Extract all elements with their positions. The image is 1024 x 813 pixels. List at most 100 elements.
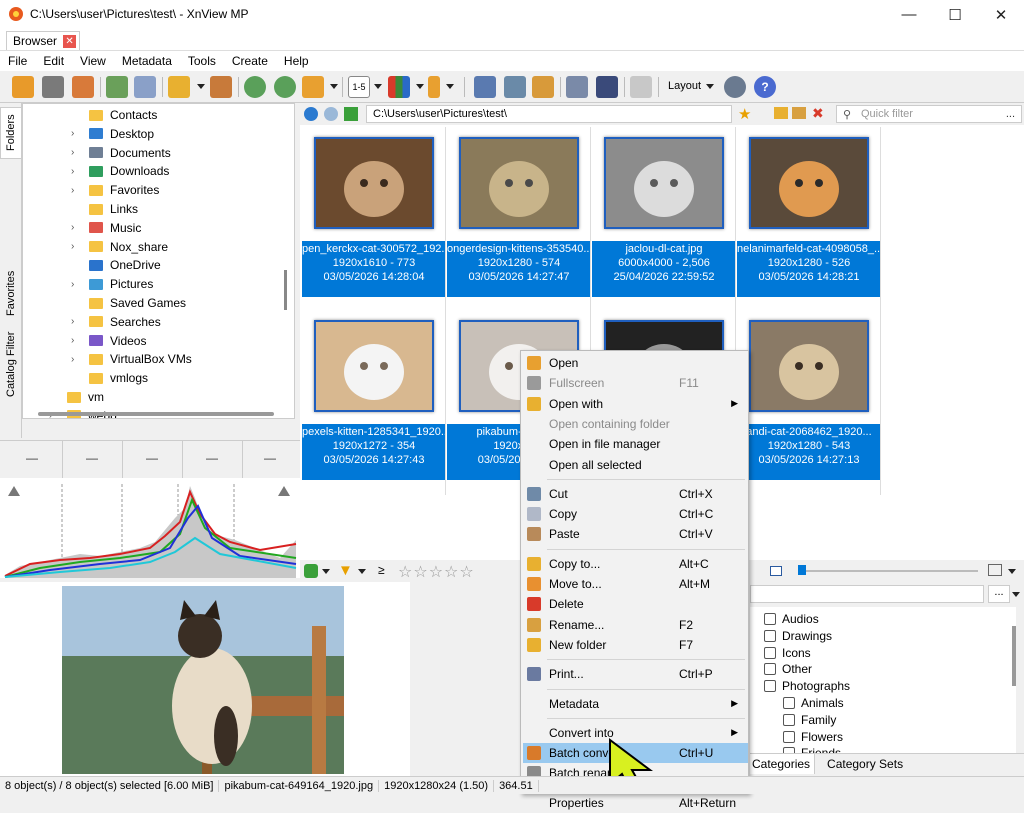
thumbnail-item[interactable]: pen_kerckx-cat-300572_192... 1920x1610 - …: [302, 127, 446, 312]
tree-item[interactable]: › Documents: [71, 144, 171, 162]
calendar-icon[interactable]: [988, 564, 1002, 576]
tree-item[interactable]: vmlogs: [71, 369, 148, 387]
category-item[interactable]: Other: [764, 661, 812, 677]
share-icon[interactable]: [302, 76, 324, 98]
category-checkbox[interactable]: [783, 697, 795, 709]
tree-item[interactable]: Links: [71, 200, 138, 218]
maximize-button[interactable]: ☐: [932, 0, 978, 29]
bookmark-icon[interactable]: [428, 76, 440, 98]
chevron-right-icon[interactable]: ›: [71, 147, 81, 158]
settings-gear-icon[interactable]: [724, 76, 746, 98]
thumbnail-item[interactable]: ongerdesign-kittens-353540... 1920x1280 -…: [447, 127, 591, 312]
chevron-right-icon[interactable]: ›: [71, 241, 81, 252]
tree-item[interactable]: Saved Games: [71, 294, 186, 312]
thumbnail-grid-icon[interactable]: [388, 76, 410, 98]
category-search-more[interactable]: ...: [988, 585, 1010, 603]
tab-browser[interactable]: Browser ✕: [6, 31, 81, 50]
category-item[interactable]: Flowers: [783, 729, 843, 745]
tree-item[interactable]: › Downloads: [71, 162, 169, 180]
category-checkbox[interactable]: [783, 730, 795, 743]
compare-icon[interactable]: [474, 76, 496, 98]
find-icon[interactable]: [504, 76, 526, 98]
context-menu-item[interactable]: Paste Ctrl+V: [523, 524, 748, 544]
chevron-right-icon[interactable]: ›: [71, 128, 81, 139]
context-menu-item[interactable]: Open all selected: [523, 455, 748, 475]
category-item[interactable]: Friends: [783, 745, 841, 753]
favorite-star-icon[interactable]: ★: [738, 105, 754, 123]
tree-item[interactable]: › VirtualBox VMs: [71, 350, 192, 368]
thumbnail-item[interactable]: nelanimarfeld-cat-4098058_... 1920x1280 -…: [737, 127, 881, 312]
close-window-button[interactable]: ✕: [978, 0, 1024, 29]
chevron-right-icon[interactable]: ›: [71, 354, 81, 365]
category-item[interactable]: Audios: [764, 611, 819, 627]
info-icon[interactable]: [134, 76, 156, 98]
delete-icon[interactable]: ✖: [812, 105, 824, 122]
chevron-right-icon[interactable]: ›: [71, 316, 81, 327]
category-item[interactable]: Photographs: [764, 678, 850, 694]
chevron-right-icon[interactable]: ›: [71, 185, 81, 196]
tree-item[interactable]: › Videos: [71, 332, 146, 350]
chevron-right-icon[interactable]: ›: [71, 166, 81, 177]
category-checkbox[interactable]: [764, 646, 776, 659]
layout-button[interactable]: Layout: [668, 80, 701, 92]
tree-item[interactable]: vm: [49, 388, 104, 406]
scanner-icon[interactable]: [596, 76, 618, 98]
tree-item[interactable]: › Desktop: [71, 125, 154, 143]
back-arrow-icon[interactable]: [304, 107, 318, 121]
thumbnail-item[interactable]: pexels-kitten-1285341_1920... 1920x1272 -…: [302, 310, 446, 495]
context-menu-item[interactable]: Open with ▶: [523, 394, 748, 414]
quick-filter-more[interactable]: ...: [1006, 106, 1015, 122]
category-checkbox[interactable]: [764, 629, 776, 642]
tree-item[interactable]: › Pictures: [71, 275, 153, 293]
menu-edit[interactable]: Edit: [35, 54, 72, 68]
menu-view[interactable]: View: [72, 54, 114, 68]
image-icon[interactable]: [532, 76, 554, 98]
context-menu-item[interactable]: New folder F7: [523, 635, 748, 655]
context-menu-item[interactable]: Metadata ▶: [523, 694, 748, 714]
category-search-input[interactable]: [750, 585, 984, 603]
new-folder-icon[interactable]: [774, 107, 788, 119]
menu-tools[interactable]: Tools: [180, 54, 224, 68]
context-menu-item[interactable]: Move to... Alt+M: [523, 574, 748, 594]
rename-icon[interactable]: [792, 107, 806, 119]
sort-icon[interactable]: [304, 564, 318, 578]
view-mode-button[interactable]: 1-5: [348, 76, 370, 98]
menu-help[interactable]: Help: [276, 54, 317, 68]
tree-item[interactable]: › Music: [71, 219, 141, 237]
context-menu-item[interactable]: Copy Ctrl+C: [523, 504, 748, 524]
tree-horizontal-scrollbar[interactable]: [38, 412, 274, 416]
context-menu-item[interactable]: Open: [523, 353, 748, 373]
tab-category-sets[interactable]: Category Sets: [815, 754, 911, 774]
rotate-right-icon[interactable]: [274, 76, 296, 98]
category-scrollbar[interactable]: [1012, 626, 1016, 686]
import-icon[interactable]: [106, 76, 128, 98]
category-checkbox[interactable]: [783, 713, 795, 726]
context-menu-item[interactable]: Cut Ctrl+X: [523, 484, 748, 504]
menu-create[interactable]: Create: [224, 54, 276, 68]
path-input[interactable]: C:\Users\user\Pictures\test\: [366, 105, 732, 123]
rating-operator[interactable]: ≥: [378, 563, 385, 577]
quick-filter-input[interactable]: ⚲ Quick filter ...: [836, 105, 1022, 123]
tree-item[interactable]: Contacts: [71, 106, 157, 124]
chevron-right-icon[interactable]: ›: [71, 335, 81, 346]
context-menu-item[interactable]: Rename... F2: [523, 615, 748, 635]
slider-handle[interactable]: [798, 565, 806, 575]
chevron-right-icon[interactable]: ›: [71, 279, 81, 290]
batch-convert-icon[interactable]: [210, 76, 232, 98]
context-menu-item[interactable]: Properties Alt+Return: [523, 793, 748, 813]
category-item[interactable]: Drawings: [764, 628, 832, 644]
context-menu-item[interactable]: Copy to... Alt+C: [523, 554, 748, 574]
tree-item[interactable]: › Nox_share: [71, 238, 168, 256]
histogram-left-marker[interactable]: [8, 486, 20, 496]
tree-item[interactable]: OneDrive: [71, 256, 161, 274]
tree-view-icon[interactable]: [630, 76, 652, 98]
chevron-right-icon[interactable]: ›: [71, 222, 81, 233]
category-item[interactable]: Icons: [764, 645, 811, 661]
fullscreen-icon[interactable]: [42, 76, 64, 98]
forward-arrow-icon[interactable]: [324, 107, 338, 121]
tab-catalog-filter[interactable]: Catalog Filter: [0, 331, 22, 397]
context-menu-item[interactable]: Print... Ctrl+P: [523, 664, 748, 684]
thumbnail-item[interactable]: andi-cat-2068462_1920... 1920x1280 - 543 0…: [737, 310, 881, 495]
context-menu-item[interactable]: Delete: [523, 594, 748, 614]
move-to-icon[interactable]: [168, 76, 190, 98]
